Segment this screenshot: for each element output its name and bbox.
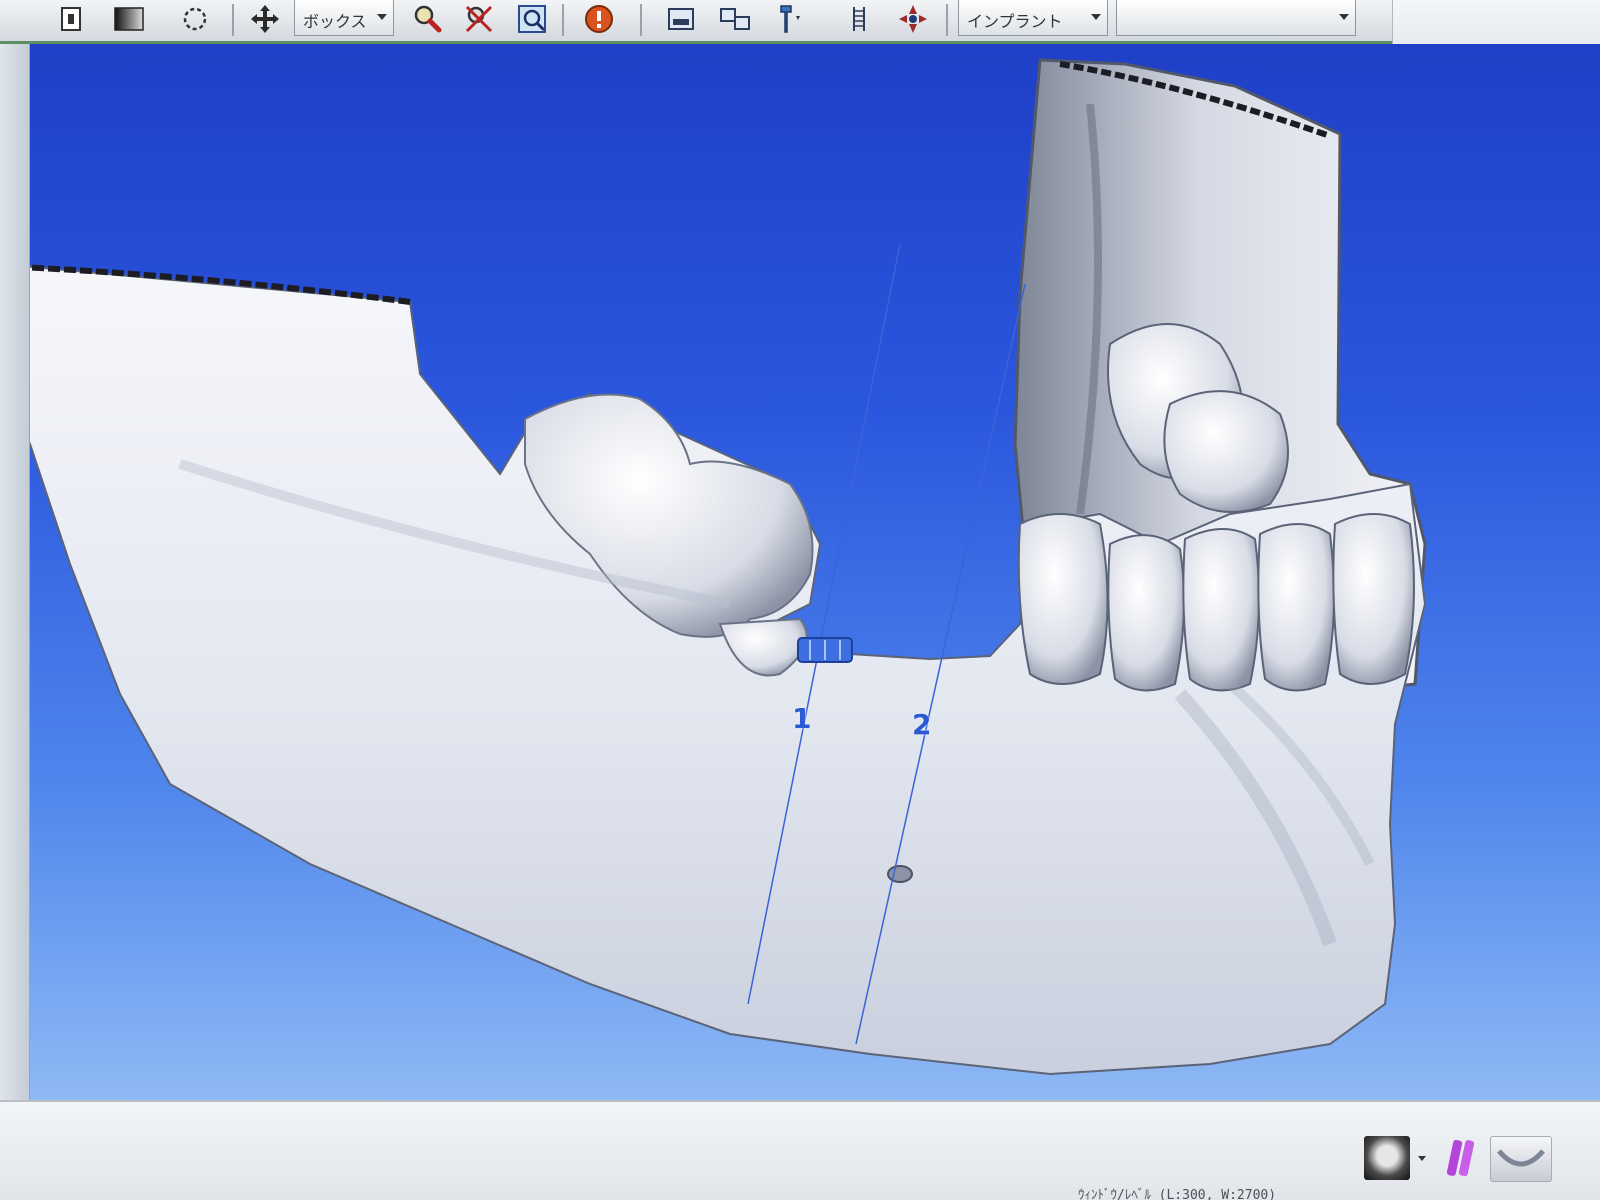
toolbar-separator — [946, 4, 948, 36]
chevron-down-icon — [377, 14, 387, 20]
left-panel-edge[interactable] — [0, 44, 30, 1100]
rotate-icon[interactable] — [176, 0, 214, 38]
window-level-status: ｳｨﾝﾄﾞｳ/ﾚﾍﾞﾙ (L:300, W:2700) — [1078, 1188, 1277, 1200]
info-icon[interactable] — [580, 0, 618, 38]
ruler-icon[interactable] — [840, 0, 878, 38]
page-icon[interactable] — [52, 0, 90, 38]
bottom-status-bar: ｳｨﾝﾄﾞｳ/ﾚﾍﾞﾙ (L:300, W:2700) — [0, 1100, 1600, 1200]
brightness-icon[interactable] — [110, 0, 148, 38]
zoom-reset-icon[interactable] — [460, 0, 498, 38]
mode-select[interactable]: インプラント — [958, 0, 1108, 36]
layout-2-icon[interactable] — [716, 0, 754, 38]
navigation-icon[interactable] — [894, 0, 932, 38]
3d-viewport[interactable]: 1 2 — [30, 44, 1600, 1100]
implant-thumbnail-icon[interactable] — [1440, 1136, 1480, 1180]
move-icon[interactable] — [246, 0, 284, 38]
toolbar-separator — [232, 4, 234, 36]
toolbar-separator — [562, 4, 564, 36]
view-mode-select[interactable]: ボックス — [294, 0, 394, 36]
mental-foramen — [887, 865, 913, 883]
jaw-thumbnail-icon[interactable] — [1490, 1136, 1552, 1182]
mandible-render — [30, 58, 1427, 1076]
toolbar-separator — [640, 4, 642, 36]
implant-tool-icon[interactable] — [770, 0, 808, 38]
zoom-window-icon[interactable] — [514, 0, 552, 38]
view-mode-select-value: ボックス — [303, 12, 367, 31]
implant-marker-1[interactable]: 1 — [792, 702, 811, 735]
chevron-down-icon — [1339, 14, 1349, 20]
layout-1-icon[interactable] — [662, 0, 700, 38]
main-toolbar: ボックス インプラント — [0, 0, 1600, 44]
skull-thumbnail-icon[interactable] — [1364, 1136, 1410, 1180]
chevron-down-icon[interactable] — [1418, 1156, 1426, 1161]
app-window: ボックス インプラント 1 2 ｳｨﾝﾄﾞｳ/ﾚﾍﾞﾙ (L:300, W:27… — [0, 0, 1600, 1200]
zoom-icon[interactable] — [408, 0, 446, 38]
secondary-select[interactable] — [1116, 0, 1356, 36]
mode-select-value: インプラント — [967, 12, 1063, 31]
implant-marker-2[interactable]: 2 — [912, 708, 931, 741]
chevron-down-icon — [1091, 14, 1101, 20]
